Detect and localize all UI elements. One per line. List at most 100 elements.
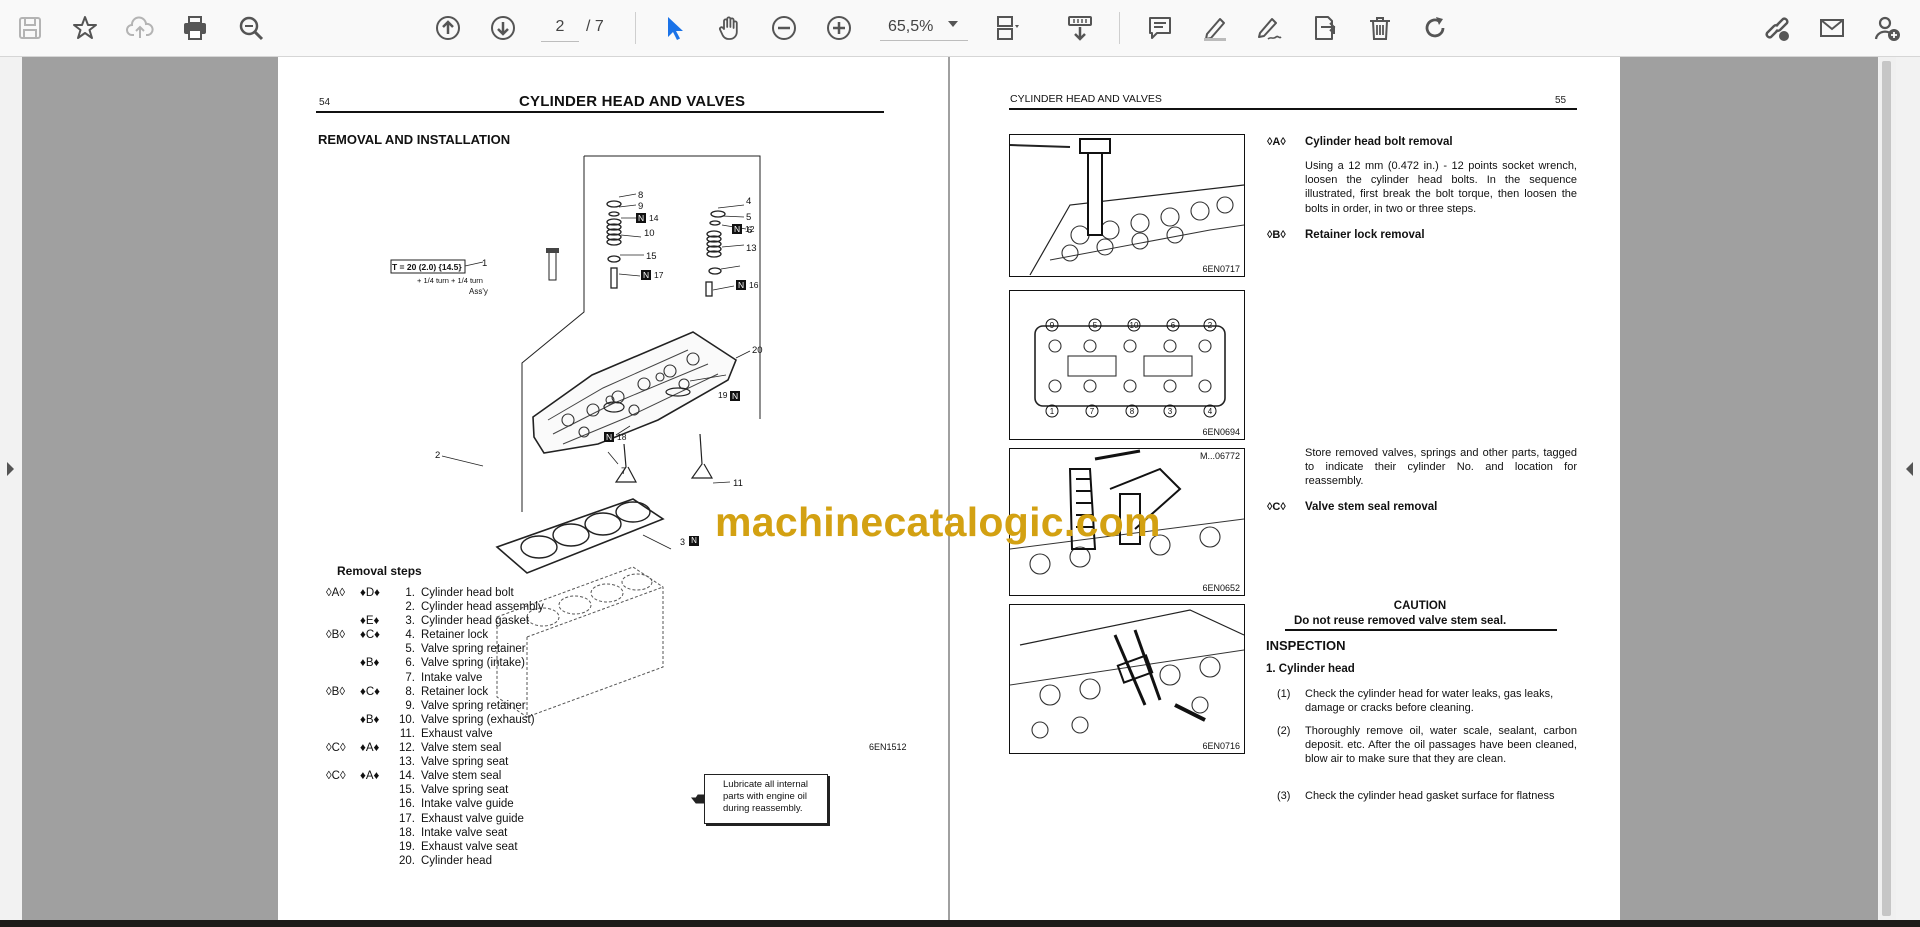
step-ref — [326, 783, 360, 797]
chevron-down-icon[interactable] — [948, 21, 958, 27]
removal-steps-title: Removal steps — [337, 564, 422, 578]
step-number: 8. — [405, 685, 415, 698]
svg-text:4: 4 — [746, 196, 751, 207]
figure-code: 6EN0716 — [1202, 741, 1240, 751]
caution-rule — [1285, 629, 1557, 631]
step-label: Cylinder head — [421, 854, 492, 867]
page-title: CYLINDER HEAD AND VALVES — [519, 93, 746, 110]
header-rule — [1009, 108, 1577, 110]
svg-text:18: 18 — [617, 432, 627, 442]
step-install-ref: ♦D♦ — [360, 587, 381, 599]
step-number: 14. — [399, 770, 415, 783]
figure-code: 6EN0652 — [1202, 583, 1240, 593]
removal-step: 17. Exhaust valve guide — [326, 812, 626, 826]
pdf-toolbar: 2 / 7 65,5% — [0, 0, 1920, 57]
scroll-mode-icon[interactable] — [1063, 11, 1097, 45]
step-label: Exhaust valve — [421, 727, 493, 740]
page-number: 54 — [319, 97, 331, 108]
step-ref: ◊A◊ — [326, 587, 346, 599]
svg-text:N: N — [732, 391, 738, 401]
step-install-ref — [360, 699, 393, 713]
figure-bolt-sequence: 9 5 10 6 2 1 7 8 3 4 6EN0694 — [1009, 290, 1245, 440]
bookmark-star-icon[interactable] — [68, 11, 102, 45]
comment-icon[interactable] — [1143, 11, 1177, 45]
figure-stem-seal: 6EN0716 — [1009, 604, 1245, 754]
email-icon[interactable] — [1815, 11, 1849, 45]
step-label: Cylinder head bolt — [421, 587, 514, 599]
svg-text:8: 8 — [638, 190, 643, 201]
step-install-ref — [360, 755, 393, 769]
step-number: 18. — [399, 826, 415, 839]
svg-text:8: 8 — [1130, 407, 1135, 416]
zoom-out-icon[interactable] — [767, 11, 801, 45]
step-number: 16. — [399, 798, 415, 811]
removal-step: ♦E♦ 3. Cylinder head gasket — [326, 614, 626, 628]
step-ref: ◊B◊ — [326, 629, 346, 642]
sign-pen-icon[interactable] — [1252, 11, 1286, 45]
pdf-page-54: 54 CYLINDER HEAD AND VALVES REMOVAL AND … — [278, 57, 948, 920]
step-install-ref — [360, 600, 393, 614]
note-line: parts with engine oil — [723, 791, 807, 802]
removal-step: 5. Valve spring retainer — [326, 642, 626, 656]
page-current: 2 — [555, 18, 565, 35]
step-label: Retainer lock — [421, 629, 489, 642]
removal-steps-list: ◊A◊ ♦D♦ 1. Cylinder head bolt 2. Cylinder hea… — [326, 586, 626, 868]
step-install-ref — [360, 727, 393, 741]
left-panel-toggle-icon[interactable] — [7, 462, 14, 476]
removal-step: ♦B♦ 6. Valve spring (intake) — [326, 656, 626, 670]
point-text: Check the cylinder head for water leaks,… — [1305, 688, 1554, 715]
hand-pan-icon[interactable] — [713, 11, 747, 45]
svg-text:N: N — [734, 224, 740, 234]
step-install-ref: ♦B♦ — [360, 713, 380, 726]
delete-icon[interactable] — [1363, 11, 1397, 45]
step-ref — [326, 642, 360, 656]
step-text: Store removed valves, springs and other … — [1305, 447, 1577, 488]
removal-step: 13. Valve spring seat — [326, 755, 626, 769]
save-icon[interactable] — [13, 11, 47, 45]
page-layout-icon[interactable] — [991, 11, 1025, 45]
toolbar-divider — [635, 12, 636, 44]
stamp-icon[interactable] — [1307, 11, 1341, 45]
step-label: Retainer lock — [421, 685, 489, 698]
step-install-ref: ♦A♦ — [360, 742, 380, 755]
add-user-icon[interactable] — [1870, 11, 1904, 45]
share-link-icon[interactable] — [1760, 11, 1794, 45]
watermark: machinecatalogic.com — [715, 499, 1161, 545]
figure-code-top: M...06772 — [1199, 451, 1240, 461]
cloud-upload-icon[interactable] — [123, 11, 157, 45]
step-number: 12. — [399, 742, 415, 755]
step-number: 9. — [405, 699, 415, 712]
page-header: CYLINDER HEAD AND VALVES — [1010, 93, 1162, 105]
zoom-in-icon[interactable] — [822, 11, 856, 45]
redo-icon[interactable] — [1418, 11, 1452, 45]
select-cursor-icon[interactable] — [657, 11, 691, 45]
point-text: Check the cylinder head gasket surface f… — [1305, 790, 1555, 802]
step-number: 2. — [405, 601, 415, 614]
point-text: Thoroughly remove oil, water scale, seal… — [1305, 725, 1577, 766]
step-ref — [326, 797, 360, 811]
figure-bolt-removal: 6EN0717 — [1009, 134, 1245, 277]
highlight-pen-icon[interactable] — [1198, 11, 1232, 45]
svg-text:20: 20 — [752, 345, 763, 356]
svg-text:N: N — [643, 270, 649, 280]
inspection-heading: INSPECTION — [1266, 638, 1346, 653]
print-icon[interactable] — [178, 11, 212, 45]
removal-step: 7. Intake valve — [326, 671, 626, 685]
removal-step: 2. Cylinder head assembly — [326, 600, 626, 614]
svg-text:2: 2 — [435, 450, 440, 461]
torque-turns: + 1/4 turn + 1/4 turn — [417, 276, 483, 285]
page-total: / 7 — [586, 18, 604, 35]
page-down-icon[interactable] — [486, 11, 520, 45]
zoom-level-select[interactable]: 65,5% — [880, 13, 968, 41]
step-install-ref: ♦B♦ — [360, 657, 380, 670]
figure-code: 6EN1512 — [869, 742, 907, 752]
document-viewer[interactable]: 54 CYLINDER HEAD AND VALVES REMOVAL AND … — [0, 57, 1920, 920]
page-up-icon[interactable] — [431, 11, 465, 45]
page-number-input[interactable]: 2 — [541, 13, 579, 42]
scrollbar-thumb[interactable] — [1882, 61, 1891, 916]
step-ref — [326, 755, 360, 769]
zoom-search-icon[interactable] — [234, 11, 268, 45]
step-install-ref: ♦E♦ — [360, 615, 380, 628]
removal-step: ◊B◊ ♦C♦ 4. Retainer lock — [326, 628, 626, 642]
right-panel-toggle-icon[interactable] — [1906, 462, 1913, 476]
